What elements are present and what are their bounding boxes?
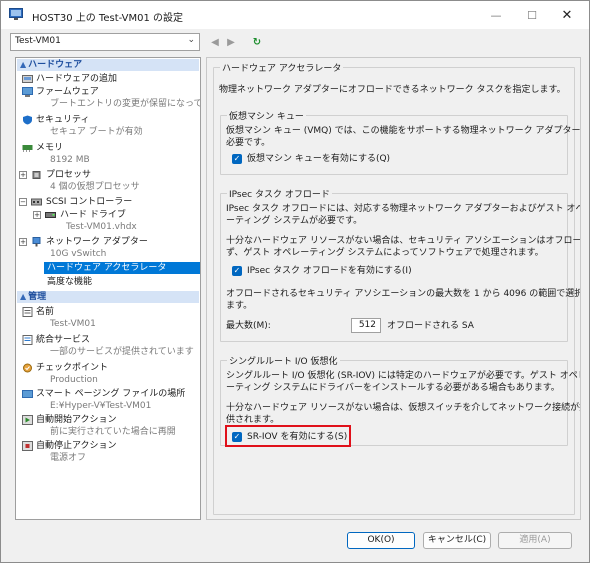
ok-button[interactable]: OK(O) bbox=[347, 532, 415, 549]
processor-icon bbox=[32, 171, 41, 179]
vmq-title: 仮想マシン キュー bbox=[227, 109, 306, 122]
tree-item-firmware[interactable]: ファームウェア bbox=[36, 86, 99, 98]
tree-item-scsi-controller[interactable]: SCSI コントローラー bbox=[46, 196, 132, 208]
expand-network-icon[interactable]: + bbox=[19, 238, 27, 246]
tree-item-hard-drive-sub: Test-VM01.vhdx bbox=[66, 222, 137, 232]
sriov-desc1-line2: ーティング システムにドライバーをインストールする必要がある場合もあります。 bbox=[226, 383, 560, 393]
ipsec-max-label: 最大数(M): bbox=[226, 321, 271, 331]
ipsec-desc2-line2: ず、ゲスト オペレーティング システムによってソフトウェアで処理されます。 bbox=[226, 248, 544, 258]
tree-item-network-adapter[interactable]: ネットワーク アダプター bbox=[46, 236, 148, 248]
tree-item-checkpoint[interactable]: チェックポイント bbox=[36, 362, 108, 374]
collapse-icon: ▲ bbox=[20, 60, 27, 69]
firmware-icon bbox=[22, 87, 33, 97]
network-adapter-icon bbox=[32, 237, 41, 247]
close-icon[interactable]: ✕ bbox=[554, 5, 580, 25]
collapse-icon: ▲ bbox=[20, 292, 27, 301]
ipsec-title: IPsec タスク オフロード bbox=[227, 187, 332, 200]
ipsec-checkbox-label[interactable]: IPsec タスク オフロードを有効にする(I) bbox=[247, 265, 412, 277]
vmq-checkbox[interactable]: ✓ bbox=[232, 154, 242, 164]
smart-paging-icon bbox=[22, 390, 33, 398]
tree-item-auto-stop[interactable]: 自動停止アクション bbox=[36, 440, 117, 452]
expand-processor-icon[interactable]: + bbox=[19, 171, 27, 179]
collapse-scsi-icon[interactable]: − bbox=[19, 198, 27, 206]
cancel-button[interactable]: キャンセル(C) bbox=[423, 532, 491, 549]
tree-item-advanced-features[interactable]: 高度な機能 bbox=[47, 276, 92, 288]
tree-item-hard-drive[interactable]: ハード ドライブ bbox=[60, 209, 126, 221]
sriov-group: シングルルート I/O 仮想化 シングルルート I/O 仮想化 (SR-IOV)… bbox=[220, 354, 580, 447]
tree-item-auto-stop-sub: 電源オフ bbox=[50, 453, 87, 463]
tree-item-add-hardware[interactable]: ハードウェアの追加 bbox=[36, 73, 117, 85]
intro-text: 物理ネットワーク アダプターにオフロードできるネットワーク タスクを指定します。 bbox=[219, 85, 566, 95]
ipsec-checkbox[interactable]: ✓ bbox=[232, 266, 242, 276]
sriov-desc1-line1: シングルルート I/O 仮想化 (SR-IOV) には特定のハードウェアが必要で… bbox=[226, 371, 581, 381]
management-section-header[interactable]: ▲ 管理 bbox=[17, 291, 199, 303]
hyper-v-app-icon bbox=[9, 8, 23, 20]
tree-item-auto-start-sub: 前に実行されていた場合に再開 bbox=[50, 427, 176, 437]
ipsec-max-input[interactable]: 512 bbox=[351, 318, 381, 333]
ipsec-max-suffix: オフロードされる SA bbox=[387, 321, 474, 331]
hardware-section-header[interactable]: ▲ ハードウェア bbox=[17, 59, 199, 71]
ipsec-group: IPsec タスク オフロード IPsec タスク オフロードには、対応する物理… bbox=[220, 187, 580, 342]
auto-start-icon bbox=[22, 415, 33, 425]
settings-window: HOST30 上の Test-VM01 の設定 — ☐ ✕ Test-VM01 … bbox=[0, 0, 590, 563]
sriov-desc2-line1: 十分なハードウェア リソースがない場合は、仮想スイッチを介してネットワーク接続が… bbox=[226, 403, 581, 413]
ipsec-desc1-line1: IPsec タスク オフロードには、対応する物理ネットワーク アダプターおよびゲ… bbox=[226, 204, 581, 214]
ipsec-desc2-line1: 十分なハードウェア リソースがない場合は、セキュリティ アソシエーションはオフロ… bbox=[226, 236, 581, 246]
forward-arrow-icon[interactable]: ▶ bbox=[224, 34, 238, 50]
sriov-title: シングルルート I/O 仮想化 bbox=[227, 354, 340, 367]
tree-item-network-adapter-sub: 10G vSwitch bbox=[50, 249, 107, 259]
name-icon bbox=[22, 307, 33, 317]
tree-item-memory[interactable]: メモリ bbox=[36, 142, 63, 154]
scsi-controller-icon bbox=[31, 198, 42, 206]
chevron-down-icon: ⌄ bbox=[187, 35, 195, 45]
tree-item-name[interactable]: 名前 bbox=[36, 306, 54, 318]
maximize-icon[interactable]: ☐ bbox=[519, 5, 545, 25]
tree-item-processor[interactable]: プロセッサ bbox=[46, 169, 91, 181]
tree-item-integration-services-sub: 一部のサービスが提供されています bbox=[50, 347, 194, 357]
vmq-group: 仮想マシン キュー 仮想マシン キュー (VMQ) では、この機能をサポートする… bbox=[220, 109, 580, 175]
vm-select-value: Test-VM01 bbox=[15, 36, 61, 46]
tree-item-smart-paging-sub: E:¥Hyper-V¥Test-VM01 bbox=[50, 401, 152, 411]
minimize-icon[interactable]: — bbox=[483, 5, 509, 25]
title-bar: HOST30 上の Test-VM01 の設定 — ☐ ✕ bbox=[1, 1, 589, 29]
back-arrow-icon[interactable]: ◀ bbox=[208, 34, 222, 50]
tree-item-integration-services[interactable]: 統合サービス bbox=[36, 334, 90, 346]
hardware-accelerator-group: ハードウェア アクセラレータ 物理ネットワーク アダプターにオフロードできるネッ… bbox=[213, 61, 580, 515]
tree-item-checkpoint-sub: Production bbox=[50, 375, 98, 385]
ipsec-desc1-line2: ーティング システムが必要です。 bbox=[226, 216, 363, 226]
tree-item-smart-paging[interactable]: スマート ページング ファイルの場所 bbox=[36, 388, 185, 400]
tree-item-auto-start[interactable]: 自動開始アクション bbox=[36, 414, 117, 426]
hard-drive-icon bbox=[45, 212, 56, 218]
vmq-checkbox-label[interactable]: 仮想マシン キューを有効にする(Q) bbox=[247, 153, 390, 165]
tree-item-hardware-accelerator[interactable]: ハードウェア アクセラレータ bbox=[44, 262, 200, 274]
vm-select-dropdown[interactable]: Test-VM01 ⌄ bbox=[10, 33, 200, 51]
vmq-desc-line2: 必要です。 bbox=[226, 138, 271, 148]
ipsec-desc3-line1: オフロードされるセキュリティ アソシエーションの最大数を 1 から 4096 の… bbox=[226, 289, 581, 299]
memory-icon bbox=[22, 145, 33, 152]
tree-item-firmware-sub: ブートエントリの変更が保留になって... bbox=[50, 99, 201, 109]
settings-tree: ▲ ハードウェア ハードウェアの追加 ファームウェア ブートエントリの変更が保留に… bbox=[15, 57, 201, 520]
integration-services-icon bbox=[22, 335, 33, 345]
tree-item-memory-sub: 8192 MB bbox=[50, 155, 90, 165]
section-title: ハードウェア アクセラレータ bbox=[220, 61, 344, 74]
checkpoint-icon bbox=[23, 363, 32, 373]
refresh-icon[interactable]: ↻ bbox=[250, 34, 264, 50]
tree-item-security-sub: セキュア ブートが有効 bbox=[50, 127, 143, 137]
add-hardware-icon bbox=[22, 75, 33, 83]
tree-item-security[interactable]: セキュリティ bbox=[36, 114, 89, 126]
sriov-highlight-frame bbox=[225, 425, 351, 447]
expand-hard-drive-icon[interactable]: + bbox=[33, 211, 41, 219]
ipsec-desc3-line2: ます。 bbox=[226, 301, 253, 311]
window-title: HOST30 上の Test-VM01 の設定 bbox=[32, 13, 184, 24]
tree-item-name-sub: Test-VM01 bbox=[50, 319, 96, 329]
auto-stop-icon bbox=[22, 441, 33, 451]
tree-item-processor-sub: 4 個の仮想プロセッサ bbox=[50, 182, 140, 192]
apply-button[interactable]: 適用(A) bbox=[498, 532, 572, 549]
settings-content-panel: ハードウェア アクセラレータ 物理ネットワーク アダプターにオフロードできるネッ… bbox=[206, 57, 581, 520]
vmq-desc-line1: 仮想マシン キュー (VMQ) では、この機能をサポートする物理ネットワーク ア… bbox=[226, 126, 581, 136]
shield-icon bbox=[23, 115, 32, 125]
